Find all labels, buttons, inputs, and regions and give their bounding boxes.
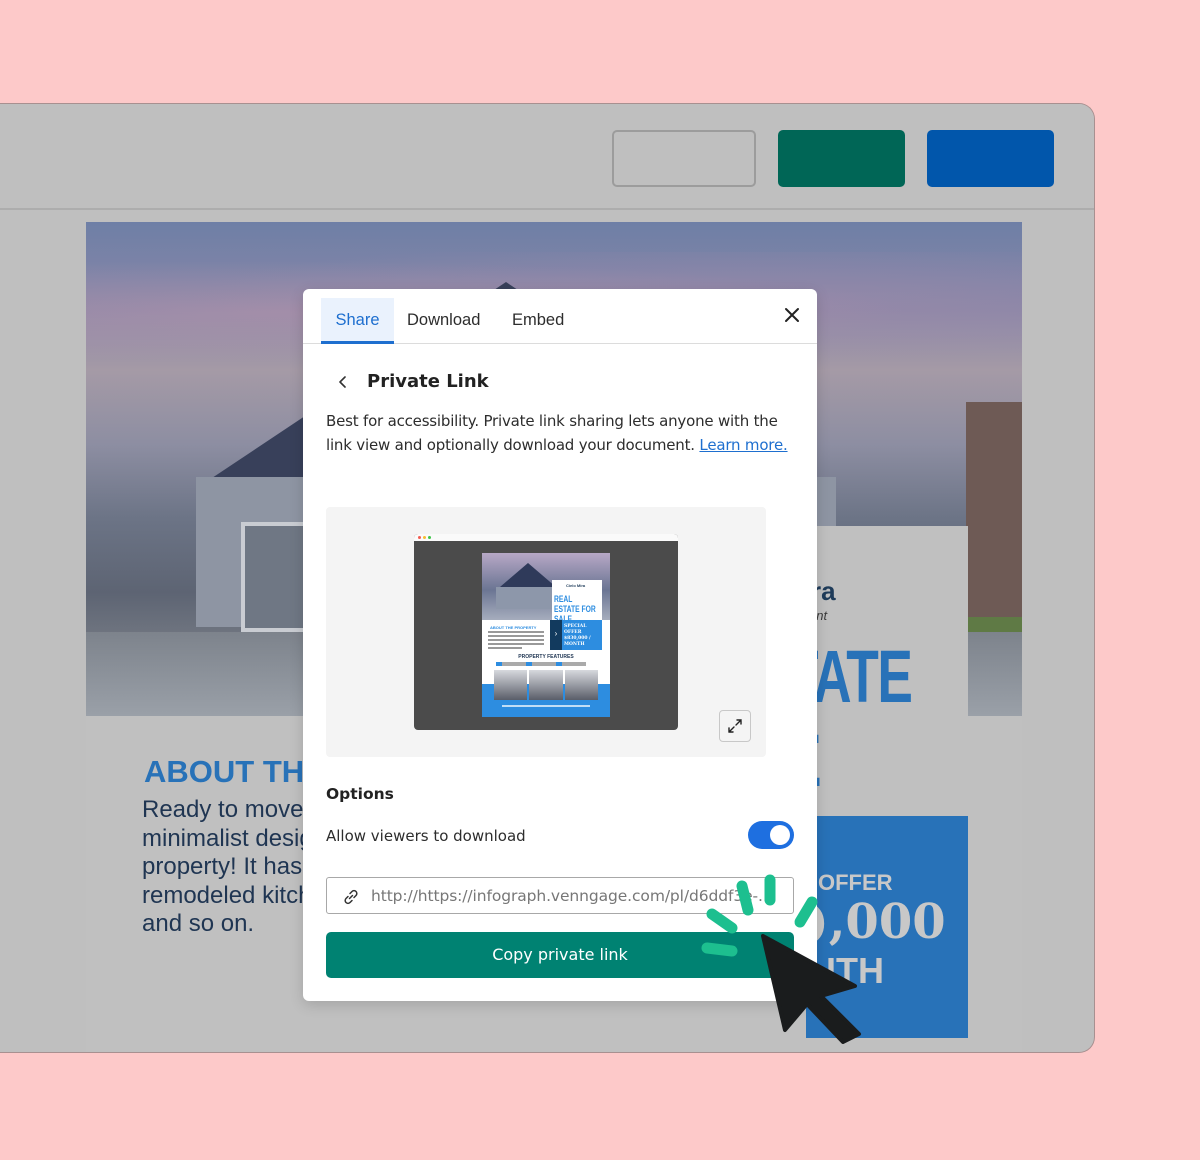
window-dot-green	[428, 536, 431, 539]
preview-house-roof	[500, 563, 556, 587]
offer-price: ),000	[806, 894, 946, 950]
dialog-title: Private Link	[367, 371, 489, 392]
preview-document: Cielo Mira REAL ESTATE FOR SALE › SPECIA…	[482, 553, 610, 717]
allow-download-toggle[interactable]	[748, 821, 794, 849]
dialog-tabs: Share Download Embed	[303, 289, 817, 344]
document-preview: Cielo Mira REAL ESTATE FOR SALE › SPECIA…	[326, 507, 766, 757]
window-dot-yellow	[423, 536, 426, 539]
offer-term: ITH	[826, 950, 884, 991]
chevron-left-icon[interactable]	[335, 373, 349, 391]
preview-title-box: Cielo Mira REAL ESTATE FOR SALE	[552, 580, 602, 624]
preview-window-bar	[414, 534, 678, 541]
offer-label: OFFER	[818, 870, 893, 895]
preview-thumbnails	[494, 670, 598, 700]
preview-house-body	[496, 587, 556, 609]
toolbar-green-button[interactable]	[778, 130, 905, 187]
poster-offer-panel: OFFER ),000 ITH	[806, 816, 968, 1038]
garage-door	[241, 522, 311, 632]
dialog-description: Best for accessibility. Private link sha…	[326, 412, 788, 454]
preview-offer: › SPECIAL OFFER $830,000 / MONTH	[550, 620, 602, 650]
tab-share[interactable]: Share	[321, 298, 394, 344]
toolbar-blue-button[interactable]	[927, 130, 1054, 187]
close-icon[interactable]	[783, 306, 801, 324]
preview-features-title: PROPERTY FEATURES	[518, 654, 574, 660]
preview-features-row	[496, 662, 596, 666]
preview-offer-text: SPECIAL OFFER $830,000 / MONTH	[564, 624, 591, 647]
share-dialog: Share Download Embed Private Link Best f…	[303, 289, 817, 1001]
expand-icon	[728, 719, 742, 733]
learn-more-link[interactable]: Learn more.	[699, 436, 787, 454]
private-link-input[interactable]	[371, 878, 789, 913]
tab-embed[interactable]: Embed	[512, 298, 564, 344]
tab-download[interactable]: Download	[407, 298, 480, 344]
top-toolbar	[0, 104, 1094, 210]
toggle-knob	[770, 825, 790, 845]
preview-contact	[502, 705, 590, 707]
preview-window: Cielo Mira REAL ESTATE FOR SALE › SPECIA…	[414, 534, 678, 730]
link-icon	[344, 889, 358, 905]
toolbar-outline-button[interactable]	[612, 130, 756, 187]
copy-private-link-button[interactable]: Copy private link	[326, 932, 794, 978]
private-link-field[interactable]	[326, 877, 794, 914]
preview-about-title: ABOUT THE PROPERTY	[490, 625, 537, 630]
window-dot-red	[418, 536, 421, 539]
poster-title-panel: ra ent TATE E	[786, 526, 968, 816]
preview-chevron-icon: ›	[550, 620, 562, 650]
expand-button[interactable]	[719, 710, 751, 742]
preview-about-text	[488, 631, 544, 651]
allow-download-label: Allow viewers to download	[326, 827, 526, 845]
neighbor-house	[966, 402, 1022, 632]
preview-brand: Cielo Mira	[566, 583, 586, 588]
options-heading: Options	[326, 785, 394, 803]
